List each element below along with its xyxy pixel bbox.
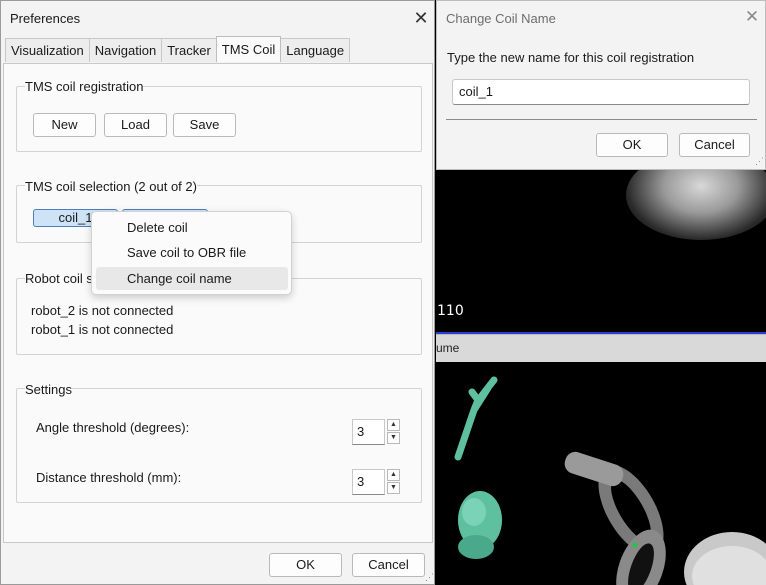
tab-navigation[interactable]: Navigation [88, 38, 163, 62]
3d-viewer[interactable]: 110 ume [436, 170, 766, 585]
distance-threshold-input[interactable]: 3 [352, 469, 385, 495]
tab-language[interactable]: Language [280, 38, 351, 62]
tab-bar: Visualization Navigation Tracker TMS Coi… [5, 36, 351, 63]
registration-title: TMS coil registration [25, 79, 144, 94]
head-model-icon [458, 491, 502, 559]
menu-item-save-coil-obr[interactable]: Save coil to OBR file [96, 241, 288, 264]
settings-title: Settings [25, 382, 72, 397]
robot-status-2: robot_1 is not connected [31, 322, 174, 337]
angle-threshold-label: Angle threshold (degrees): [36, 420, 190, 435]
cancel-button[interactable]: Cancel [352, 553, 425, 577]
volume-view[interactable] [436, 362, 766, 585]
robot-arm-icon [564, 451, 766, 585]
close-icon[interactable]: ✕ [409, 6, 433, 30]
angle-threshold-input[interactable]: 3 [352, 419, 385, 445]
tab-visualization[interactable]: Visualization [5, 38, 90, 62]
rename-cancel-button[interactable]: Cancel [679, 133, 750, 157]
angle-threshold-spinner[interactable]: 3 ▲ ▼ [352, 419, 400, 445]
volume-label: ume [436, 341, 460, 355]
menu-item-change-coil-name[interactable]: Change coil name [96, 267, 288, 290]
slice-image [626, 170, 766, 240]
coil-selection-title: TMS coil selection (2 out of 2) [25, 179, 197, 194]
tab-tms-coil[interactable]: TMS Coil [215, 36, 282, 62]
volume-panel-header: ume [436, 334, 766, 362]
tms-coil-panel: TMS coil registration New Load Save TMS … [3, 63, 433, 543]
robot-coil-title: Robot coil se [25, 271, 101, 286]
distance-threshold-label: Distance threshold (mm): [36, 470, 182, 485]
resize-grip-icon[interactable]: ⋰ [755, 156, 764, 167]
spin-down-icon[interactable]: ▼ [387, 432, 400, 444]
rename-prompt: Type the new name for this coil registra… [447, 50, 695, 65]
coil-context-menu: Delete coil Save coil to OBR file Change… [91, 211, 292, 295]
spin-up-icon[interactable]: ▲ [387, 419, 400, 431]
new-coil-button[interactable]: New [33, 113, 96, 137]
preferences-titlebar: Preferences ✕ [1, 1, 434, 35]
change-coil-name-dialog: Change Coil Name ✕ Type the new name for… [436, 0, 766, 170]
distance-threshold-spinner[interactable]: 3 ▲ ▼ [352, 469, 400, 495]
save-coil-button[interactable]: Save [173, 113, 236, 137]
robot-status-1: robot_2 is not connected [31, 303, 174, 318]
coil-name-input[interactable]: coil_1 [452, 79, 750, 105]
slice-number: 110 [437, 303, 464, 319]
menu-item-delete-coil[interactable]: Delete coil [96, 216, 288, 239]
coil-marker-icon [454, 376, 498, 461]
preferences-title: Preferences [10, 11, 81, 26]
rename-dialog-title: Change Coil Name [446, 11, 556, 26]
resize-grip-icon[interactable]: ⋰ [425, 572, 434, 583]
tab-tracker[interactable]: Tracker [161, 38, 217, 62]
load-coil-button[interactable]: Load [104, 113, 167, 137]
spin-down-icon[interactable]: ▼ [387, 482, 400, 494]
rename-ok-button[interactable]: OK [596, 133, 668, 157]
slice-view[interactable]: 110 [436, 170, 766, 333]
close-icon[interactable]: ✕ [741, 6, 763, 28]
spin-up-icon[interactable]: ▲ [387, 469, 400, 481]
ok-button[interactable]: OK [269, 553, 342, 577]
dialog-separator [446, 119, 757, 120]
